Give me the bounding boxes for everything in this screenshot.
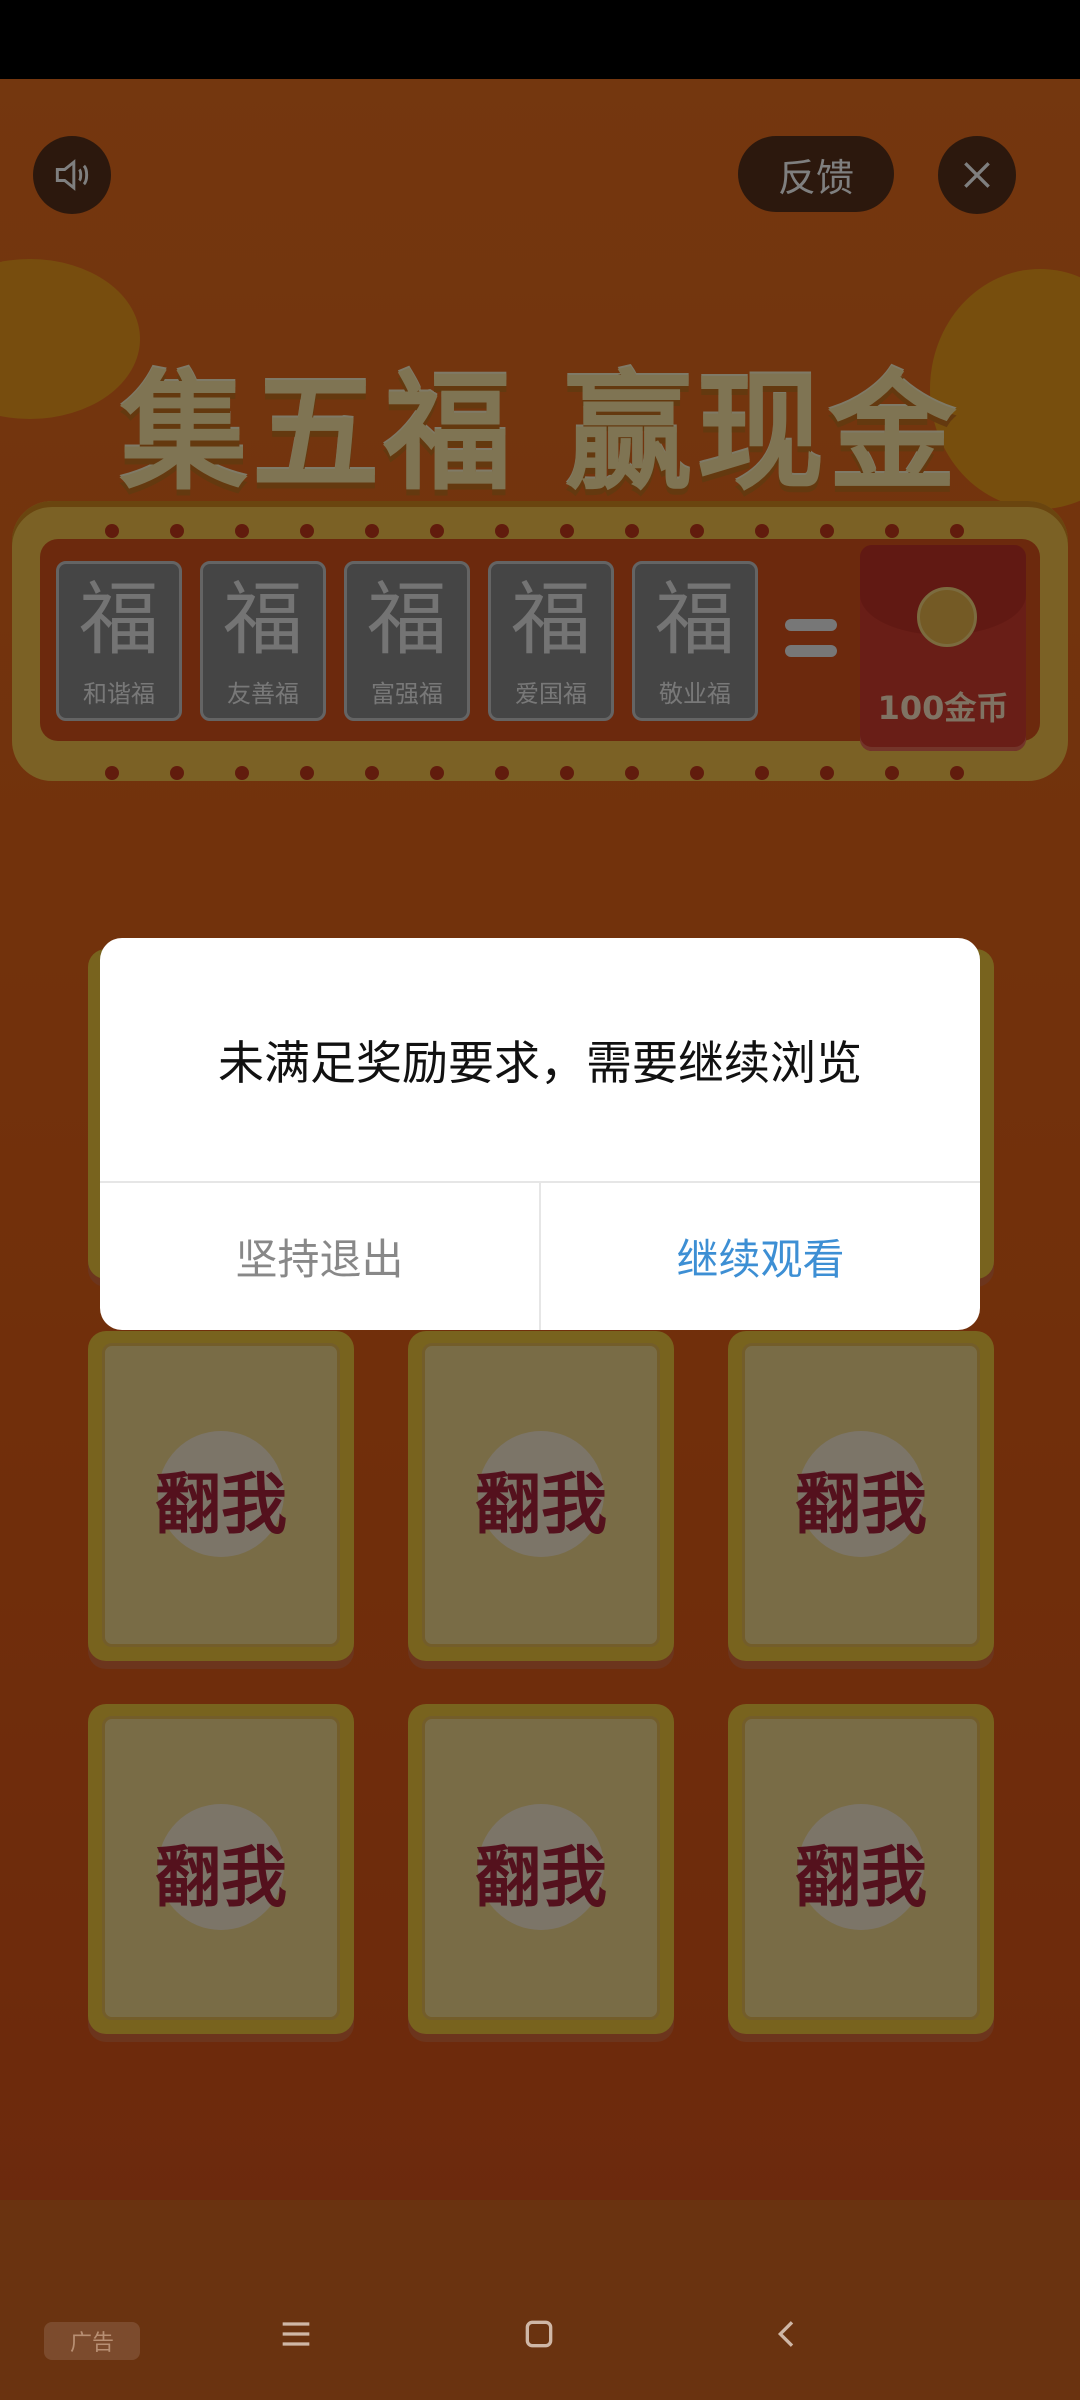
menu-icon [282,2322,310,2346]
continue-dialog: 未满足奖励要求，需要继续浏览 坚持退出 继续观看 [100,938,980,1330]
home-icon [525,2320,553,2348]
back-icon [777,2321,794,2347]
ad-label: 广告 [69,2331,114,2356]
back-button[interactable] [757,2304,817,2364]
menu-button[interactable] [266,2304,326,2364]
exit-button[interactable]: 坚持退出 [100,1183,539,1330]
continue-button[interactable]: 继续观看 [541,1183,980,1330]
dialog-message: 未满足奖励要求，需要继续浏览 [218,1035,862,1090]
status-bar [0,0,1080,79]
ad-badge: 广告 [44,2322,140,2360]
home-button[interactable] [509,2304,569,2364]
navigation-bar [0,2200,1080,2400]
